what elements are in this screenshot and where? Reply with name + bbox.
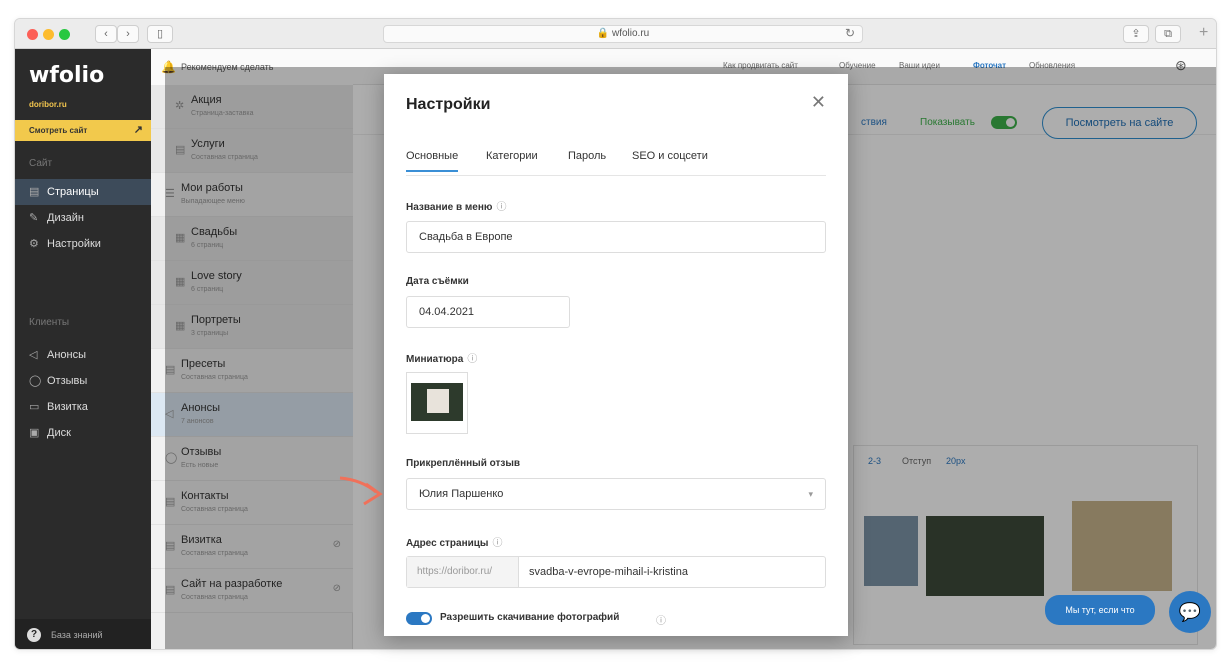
view-site-label: Смотреть сайт	[29, 126, 88, 135]
address-bar[interactable]: 🔒 wfolio.ru	[383, 25, 863, 43]
review-select-value: Юлия Паршенко	[419, 488, 504, 500]
external-link-icon: ↗	[133, 124, 143, 136]
review-label: Прикреплённый отзыв	[406, 458, 521, 469]
app-logo[interactable]: wfolio	[29, 63, 104, 88]
address-input[interactable]: https://doribor.ru/svadba-v-evrope-mihai…	[406, 556, 826, 588]
help-icon: ?	[27, 628, 41, 642]
maximize-window-button[interactable]	[59, 29, 70, 40]
tab-password[interactable]: Пароль	[568, 150, 606, 162]
gear-icon: ⚙	[29, 238, 39, 250]
sidebar-toggle-button[interactable]: ▯	[147, 25, 173, 43]
thumbnail-label: Миниатюра ⓘ	[406, 350, 477, 365]
browser-titlebar: ‹ › ▯ 🔒 wfolio.ru ↻ ⇪ ⧉ +	[15, 19, 1216, 49]
tab-categories[interactable]: Категории	[486, 150, 538, 162]
chat-icon: ◯	[29, 375, 42, 387]
address-label-text: Адрес страницы	[406, 538, 489, 549]
menu-name-label-text: Название в меню	[406, 202, 493, 213]
tab-seo[interactable]: SEO и соцсети	[632, 150, 708, 162]
share-button[interactable]: ⇪	[1123, 25, 1149, 43]
shoot-date-input[interactable]: 04.04.2021	[406, 296, 570, 328]
allow-download-toggle[interactable]	[406, 612, 432, 625]
sidebar-item-pages[interactable]: ▤ Страницы	[15, 179, 151, 205]
chevron-down-icon: ▾	[808, 489, 813, 499]
close-window-button[interactable]	[27, 29, 38, 40]
menu-name-label: Название в меню ⓘ	[406, 198, 506, 213]
minimize-window-button[interactable]	[43, 29, 54, 40]
modal-tabs: Основные Категории Пароль SEO и соцсети	[406, 150, 826, 176]
section-clients-label: Клиенты	[29, 317, 70, 328]
sidebar-item-label: Страницы	[47, 186, 99, 198]
reload-icon[interactable]: ↻	[845, 26, 855, 40]
megaphone-icon: ◁	[29, 349, 38, 361]
close-icon[interactable]: ✕	[811, 92, 826, 113]
new-tab-button[interactable]: +	[1199, 24, 1208, 42]
sidebar-item-label: Диск	[47, 427, 71, 439]
sidebar-item-label: Дизайн	[47, 212, 84, 224]
help-icon[interactable]: ⓘ	[467, 354, 477, 365]
thumbnail-picker[interactable]	[406, 372, 468, 434]
sidebar-item-reviews[interactable]: ◯ Отзывы	[15, 368, 151, 394]
modal-title: Настройки	[406, 96, 491, 113]
sidebar-item-disk[interactable]: ▣ Диск	[15, 420, 151, 446]
review-select[interactable]: Юлия Паршенко ▾	[406, 478, 826, 510]
sidebar-item-settings[interactable]: ⚙ Настройки	[15, 231, 151, 257]
address-value: svadba-v-evrope-mihail-i-kristina	[529, 566, 688, 578]
knowledge-base-link[interactable]: ? База знаний	[15, 619, 151, 649]
address-label: Адрес страницы ⓘ	[406, 534, 502, 549]
sidebar-item-design[interactable]: ✎ Дизайн	[15, 205, 151, 231]
thumbnail-label-text: Миниатюра	[406, 354, 464, 365]
address-prefix: https://doribor.ru/	[407, 557, 519, 587]
forward-button[interactable]: ›	[117, 25, 139, 43]
brush-icon: ✎	[29, 212, 39, 224]
chat-icon: 💬	[1178, 602, 1202, 622]
sidebar-item-label: Визитка	[47, 401, 88, 413]
page-icon: ▤	[29, 186, 40, 198]
help-icon[interactable]: ⓘ	[656, 612, 666, 627]
sidebar-item-label: Анонсы	[47, 349, 87, 361]
url-text: wfolio.ru	[611, 28, 650, 39]
menu-name-input[interactable]: Свадьба в Европе	[406, 221, 826, 253]
sidebar-item-card[interactable]: ▭ Визитка	[15, 394, 151, 420]
tabs-overview-button[interactable]: ⧉	[1155, 25, 1181, 43]
settings-modal: Настройки ✕ Основные Категории Пароль SE…	[384, 74, 848, 636]
card-icon: ▭	[29, 401, 40, 413]
section-site-label: Сайт	[29, 158, 53, 169]
chat-bubble[interactable]: Мы тут, если что	[1045, 595, 1155, 625]
allow-download-label: Разрешить скачивание фотографий	[440, 612, 620, 623]
help-icon[interactable]: ⓘ	[496, 202, 506, 213]
sidebar-item-label: Отзывы	[47, 375, 88, 387]
sidebar-item-label: Настройки	[47, 238, 101, 250]
knowledge-base-label: База знаний	[51, 630, 103, 640]
help-icon[interactable]: ⓘ	[492, 538, 502, 549]
view-site-button[interactable]: Смотреть сайт ↗	[15, 120, 151, 141]
pointer-arrow-icon	[339, 476, 383, 506]
chat-button[interactable]: 💬	[1169, 591, 1211, 633]
sidebar-item-announcements[interactable]: ◁ Анонсы	[15, 342, 151, 368]
admin-sidebar: wfolio doribor.ru Смотреть сайт ↗ Сайт ▤ С…	[15, 49, 151, 649]
disk-icon: ▣	[29, 427, 40, 439]
thumbnail-image	[411, 383, 463, 421]
tab-main[interactable]: Основные	[406, 150, 459, 172]
site-domain[interactable]: doribor.ru	[29, 100, 67, 109]
shoot-date-label: Дата съёмки	[406, 276, 469, 287]
back-button[interactable]: ‹	[95, 25, 117, 43]
